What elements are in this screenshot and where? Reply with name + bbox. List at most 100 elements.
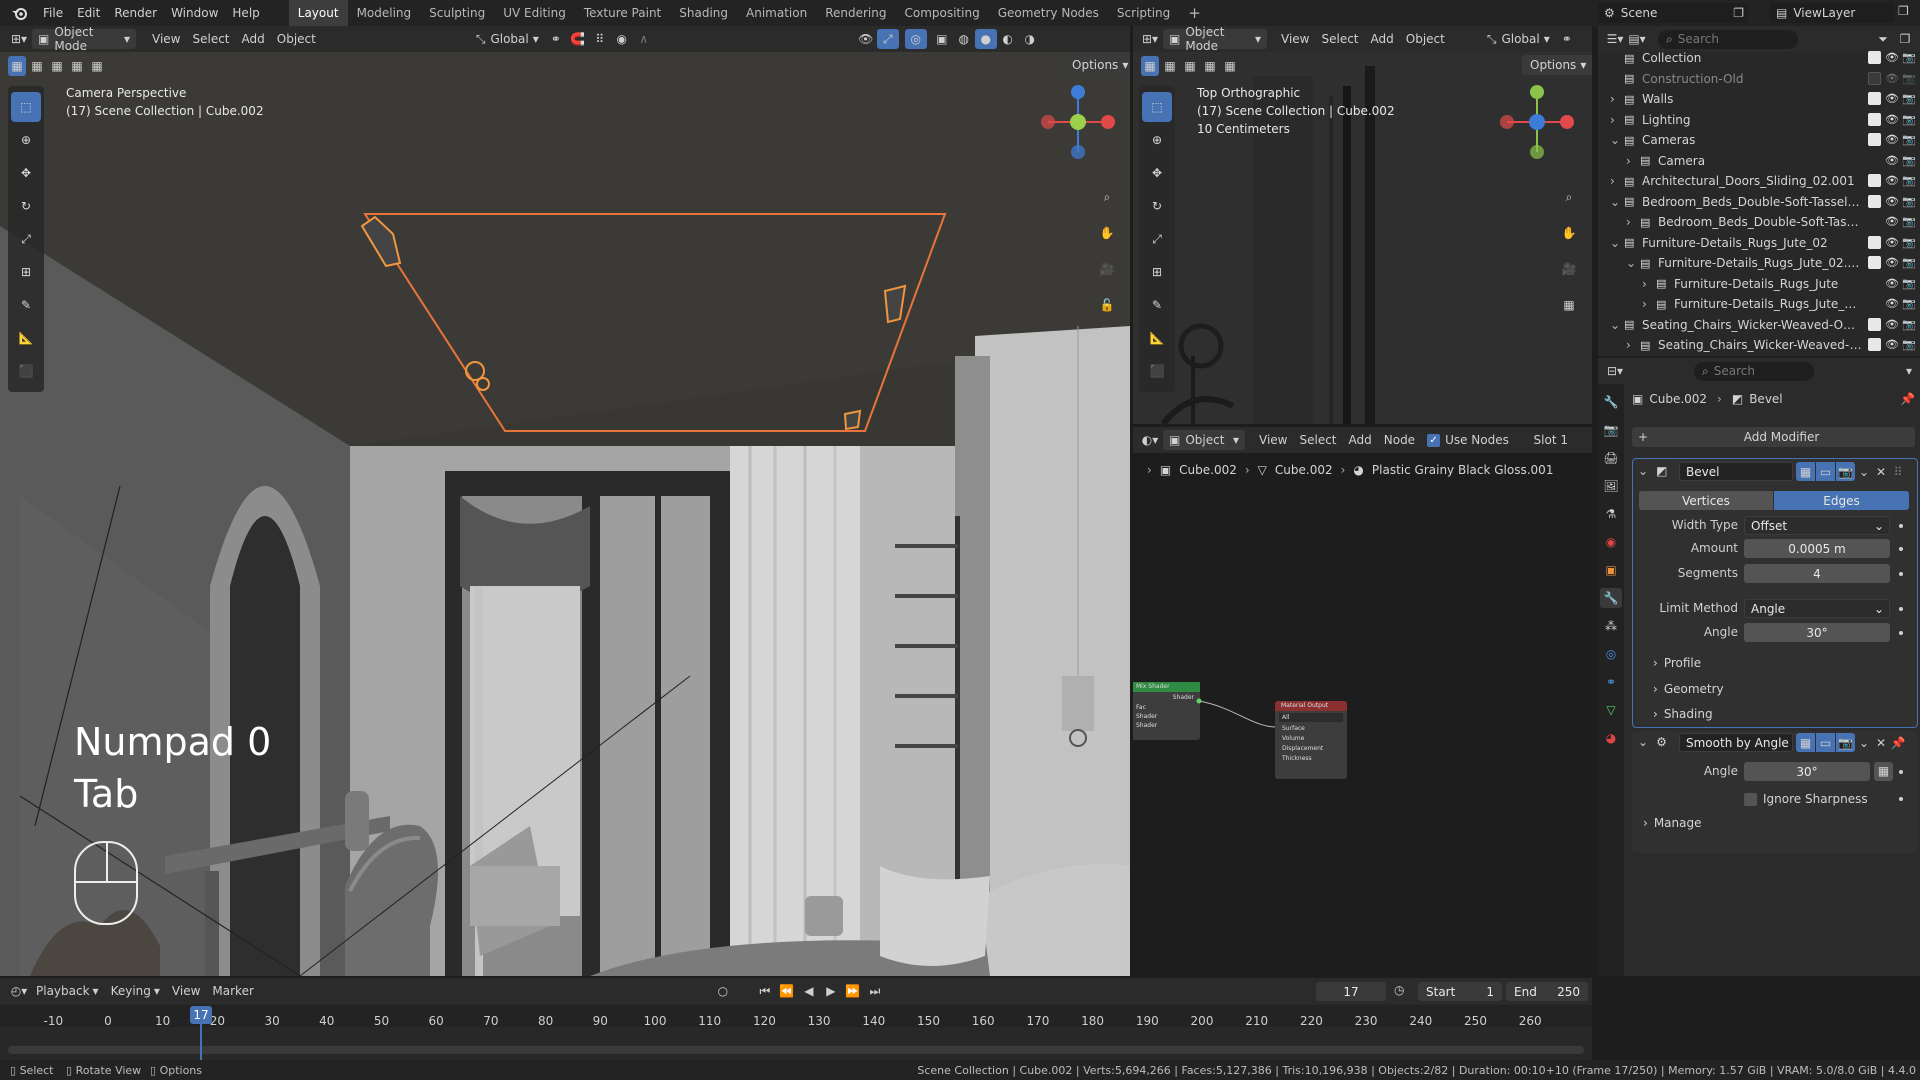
proportional-edit-icon[interactable]: ◉ bbox=[611, 29, 633, 49]
add-modifier-button[interactable]: + Add Modifier bbox=[1632, 427, 1915, 447]
eye-icon[interactable]: 👁 bbox=[1885, 113, 1899, 127]
tab-texture-paint[interactable]: Texture Paint bbox=[575, 0, 670, 26]
playhead[interactable]: 17 bbox=[190, 1006, 212, 1024]
keying-menu[interactable]: Keying ▾ bbox=[105, 981, 166, 1001]
scale-tool-icon[interactable]: ⤢ bbox=[1142, 224, 1172, 254]
render-camera-icon[interactable]: 📷 bbox=[1902, 51, 1916, 65]
wireframe-shading-icon[interactable]: ◍ bbox=[953, 29, 975, 49]
timeline-scrollbar[interactable] bbox=[8, 1046, 1584, 1054]
camera-view-icon[interactable]: 🎥 bbox=[1556, 256, 1582, 282]
transform-orientation-dropdown[interactable]: ⤡ Global ▾ bbox=[470, 29, 545, 49]
tab-shading[interactable]: Shading bbox=[670, 0, 737, 26]
edit-mode-icon[interactable]: ▦ bbox=[1796, 462, 1815, 481]
menu-view[interactable]: View bbox=[1275, 29, 1315, 49]
falloff-icon[interactable]: ∧ bbox=[633, 29, 655, 49]
eye-icon[interactable]: 👁 bbox=[1885, 195, 1899, 209]
object-tab-icon[interactable]: ▣ bbox=[1600, 560, 1622, 580]
chevron-down-icon[interactable]: ⌄ bbox=[1610, 318, 1620, 332]
outliner-row[interactable]: ⌄ ▤ Cameras 👁 📷 bbox=[1598, 130, 1920, 150]
keyframe-dot-icon[interactable] bbox=[1899, 797, 1903, 801]
outliner-row[interactable]: ▤ Collection 👁 📷 bbox=[1598, 48, 1920, 68]
chevron-right-icon[interactable]: › bbox=[1610, 92, 1620, 106]
limit-method-dropdown[interactable]: Angle ⌄ bbox=[1744, 599, 1890, 618]
chevron-right-icon[interactable]: › bbox=[1642, 277, 1652, 291]
select-box-tool-icon[interactable]: ⬚ bbox=[1142, 92, 1172, 122]
timeline-view-menu[interactable]: View bbox=[166, 981, 206, 1001]
xray-icon[interactable]: ▣ bbox=[931, 29, 953, 49]
keyframe-dot-icon[interactable] bbox=[1899, 607, 1903, 611]
chevron-down-icon[interactable]: ▾ bbox=[1898, 361, 1920, 381]
affect-edges-button[interactable]: Edges bbox=[1774, 491, 1909, 510]
tab-uv-editing[interactable]: UV Editing bbox=[494, 0, 575, 26]
render-camera-icon[interactable]: 📷 bbox=[1902, 215, 1916, 229]
bevel-name-field[interactable]: Bevel bbox=[1679, 462, 1793, 481]
menu-view[interactable]: View bbox=[146, 29, 186, 49]
menu-window[interactable]: Window bbox=[164, 6, 225, 20]
frame-ruler[interactable] bbox=[0, 1005, 1592, 1027]
eye-icon[interactable]: 👁 bbox=[1885, 297, 1899, 311]
copy-scene-icon[interactable]: ❐ bbox=[1733, 6, 1744, 20]
pan-hand-icon[interactable]: ✋ bbox=[1094, 220, 1120, 246]
menu-object[interactable]: Object bbox=[1400, 29, 1451, 49]
keyframe-dot-icon[interactable] bbox=[1899, 547, 1903, 551]
render-display-icon[interactable]: 📷 bbox=[1836, 733, 1855, 752]
add-cube-tool-icon[interactable]: ⬛ bbox=[11, 356, 41, 386]
menu-edit[interactable]: Edit bbox=[70, 6, 107, 20]
ignore-sharpness-checkbox[interactable]: Ignore Sharpness bbox=[1744, 789, 1868, 809]
cursor-tool-icon[interactable]: ⊕ bbox=[11, 125, 41, 155]
constraints-tab-icon[interactable]: ⚭ bbox=[1600, 672, 1622, 692]
outliner-row[interactable]: › ▤ Architectural_Doors_Sliding_02.001 👁 📷 bbox=[1598, 171, 1920, 191]
render-camera-icon[interactable]: 📷 bbox=[1902, 318, 1916, 332]
chevron-down-icon[interactable]: ⌄ bbox=[1610, 133, 1620, 147]
menu-add[interactable]: Add bbox=[236, 29, 271, 49]
navigation-gizmo[interactable] bbox=[1497, 82, 1577, 162]
close-icon[interactable]: ✕ bbox=[1873, 462, 1889, 481]
modifier-tab-icon[interactable]: 🔧 bbox=[1600, 588, 1622, 608]
snap-icon[interactable]: 🧲 bbox=[567, 29, 589, 49]
eye-icon[interactable]: 👁 bbox=[1885, 277, 1899, 291]
tab-layout[interactable]: Layout bbox=[288, 0, 348, 26]
cursor-tool-icon[interactable]: ⊕ bbox=[1142, 125, 1172, 155]
amount-field[interactable]: 0.0005 m bbox=[1744, 539, 1890, 558]
play-reverse-icon[interactable]: ◀ bbox=[798, 981, 820, 1001]
pivot-icon[interactable]: ⚭ bbox=[1556, 29, 1578, 49]
render-camera-icon[interactable]: 📷 bbox=[1902, 113, 1916, 127]
keyframe-dot-icon[interactable] bbox=[1899, 572, 1903, 576]
eye-icon[interactable]: 👁 bbox=[1885, 174, 1899, 188]
world-tab-icon[interactable]: ◉ bbox=[1600, 532, 1622, 552]
render-tab-icon[interactable]: 📷 bbox=[1600, 420, 1622, 440]
gizmo-icon[interactable]: ⤢ bbox=[876, 29, 899, 49]
viewport-display-icon[interactable]: ▭ bbox=[1816, 462, 1835, 481]
profile-subpanel[interactable]: › Profile bbox=[1653, 652, 1701, 674]
eye-icon[interactable]: 👁 bbox=[1885, 318, 1899, 332]
attribute-icon[interactable]: ▦ bbox=[1874, 762, 1893, 781]
segments-field[interactable]: 4 bbox=[1744, 564, 1890, 583]
menu-file[interactable]: File bbox=[36, 6, 70, 20]
view-layer-tab-icon[interactable]: 🖼 bbox=[1600, 476, 1622, 496]
menu-add[interactable]: Add bbox=[1365, 29, 1400, 49]
rotate-tool-icon[interactable]: ↻ bbox=[1142, 191, 1172, 221]
tab-modeling[interactable]: Modeling bbox=[348, 0, 421, 26]
tab-animation[interactable]: Animation bbox=[737, 0, 816, 26]
checkbox-checked-icon[interactable] bbox=[1868, 92, 1881, 105]
eye-icon[interactable]: 👁 bbox=[1885, 256, 1899, 270]
tab-compositing[interactable]: Compositing bbox=[895, 0, 988, 26]
material-output-node[interactable]: Material Output All Surface Volume Displ… bbox=[1275, 701, 1347, 779]
snap-grid-icon[interactable]: ⠿ bbox=[589, 29, 611, 49]
node-editor[interactable]: ◐▾ ▣ Object ▾ View Select Add Node ✓ Use… bbox=[1133, 427, 1592, 976]
tab-sculpting[interactable]: Sculpting bbox=[420, 0, 494, 26]
scene-tab-icon[interactable]: ⚗ bbox=[1600, 504, 1622, 524]
options-dropdown[interactable]: Options ▾ bbox=[1522, 55, 1592, 75]
grid-icon[interactable]: ▦ bbox=[1556, 292, 1582, 318]
manage-subpanel[interactable]: › Manage bbox=[1643, 812, 1701, 834]
lock-icon[interactable]: 🔓 bbox=[1094, 292, 1120, 318]
outliner-row[interactable]: › ▤ Walls 👁 📷 bbox=[1598, 89, 1920, 109]
keyframe-dot-icon[interactable] bbox=[1899, 631, 1903, 635]
camera-view-icon[interactable]: 🎥 bbox=[1094, 256, 1120, 282]
tab-scripting[interactable]: Scripting bbox=[1108, 0, 1179, 26]
select-extend-icon[interactable]: ▦ bbox=[28, 56, 46, 76]
physics-tab-icon[interactable]: ◎ bbox=[1600, 644, 1622, 664]
edit-mode-icon[interactable]: ▦ bbox=[1796, 733, 1815, 752]
zoom-icon[interactable]: ⌕ bbox=[1094, 184, 1120, 210]
select-subtract-icon[interactable]: ▦ bbox=[1181, 56, 1199, 76]
